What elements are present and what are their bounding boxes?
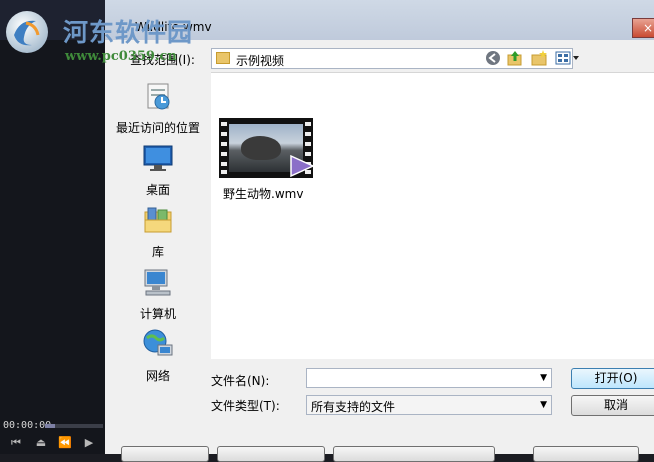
- play-icon[interactable]: ▶: [82, 437, 96, 449]
- eject-icon[interactable]: ⏏: [34, 437, 48, 449]
- seek-bar[interactable]: [45, 424, 103, 428]
- filename-label: 文件名(N):: [211, 374, 270, 388]
- up-folder-icon[interactable]: [507, 50, 523, 66]
- filetype-label: 文件类型(T):: [211, 399, 280, 413]
- seek-fill: [45, 424, 55, 428]
- place-network[interactable]: 网络: [105, 328, 211, 384]
- back-icon[interactable]: [485, 50, 501, 66]
- look-in-value: 示例视频: [236, 54, 285, 68]
- place-recent[interactable]: 最近访问的位置: [105, 80, 211, 136]
- previous-icon[interactable]: ⏮: [9, 437, 23, 449]
- timecode: 00:00:00: [3, 420, 52, 431]
- place-label: 网络: [145, 369, 170, 383]
- place-desktop[interactable]: 桌面: [105, 142, 211, 198]
- open-button[interactable]: 打开(O): [571, 368, 654, 389]
- filetype-dropdown[interactable]: 所有支持的文件 ▼: [306, 395, 552, 415]
- video-file-icon: [219, 118, 315, 178]
- place-computer[interactable]: 计算机: [105, 266, 211, 322]
- bottom-button-2[interactable]: [217, 446, 325, 462]
- filename-combobox[interactable]: ▼: [306, 368, 552, 388]
- new-folder-icon[interactable]: [531, 50, 547, 66]
- watermark-logo: [6, 11, 48, 53]
- media-player-panel: 00:00:00 ⏮ ⏏ ⏪ ▶: [0, 0, 105, 454]
- place-label: 计算机: [139, 307, 176, 321]
- chevron-down-icon: ▼: [540, 373, 547, 383]
- bottom-button-1[interactable]: [121, 446, 209, 462]
- place-label: 桌面: [145, 183, 170, 197]
- places-bar: 最近访问的位置 桌面 库 计算机 网络: [105, 72, 211, 384]
- close-icon: ×: [642, 21, 654, 35]
- file-name: 野生动物.wmv: [223, 187, 304, 201]
- watermark-title: 河东软件园: [63, 18, 194, 47]
- file-list[interactable]: 野生动物.wmv: [211, 72, 654, 359]
- cancel-button[interactable]: 取消: [571, 395, 654, 416]
- bottom-button-4[interactable]: [533, 446, 639, 462]
- open-file-dialog: Wildlife.wmv × 查找范围(I): 示例视频 ▼: [105, 0, 654, 462]
- place-label: 最近访问的位置: [115, 121, 200, 135]
- view-menu-icon[interactable]: [555, 50, 581, 66]
- filetype-value: 所有支持的文件: [311, 400, 396, 414]
- close-button[interactable]: ×: [632, 18, 654, 38]
- libraries-icon: [144, 207, 172, 233]
- chevron-down-icon: ▼: [540, 400, 547, 410]
- place-label: 库: [151, 245, 164, 259]
- watermark-swirl-icon: [14, 20, 40, 46]
- folder-icon: [216, 52, 230, 64]
- rewind-icon[interactable]: ⏪: [58, 437, 72, 449]
- watermark-url: www.pc0359.cn: [65, 49, 177, 64]
- place-libraries[interactable]: 库: [105, 204, 211, 260]
- computer-icon: [144, 269, 171, 296]
- desktop-icon: [143, 145, 173, 171]
- network-icon: [143, 329, 173, 356]
- media-play-badge-icon: [290, 154, 315, 178]
- bottom-button-3[interactable]: [333, 446, 495, 462]
- recent-places-icon: [147, 83, 170, 110]
